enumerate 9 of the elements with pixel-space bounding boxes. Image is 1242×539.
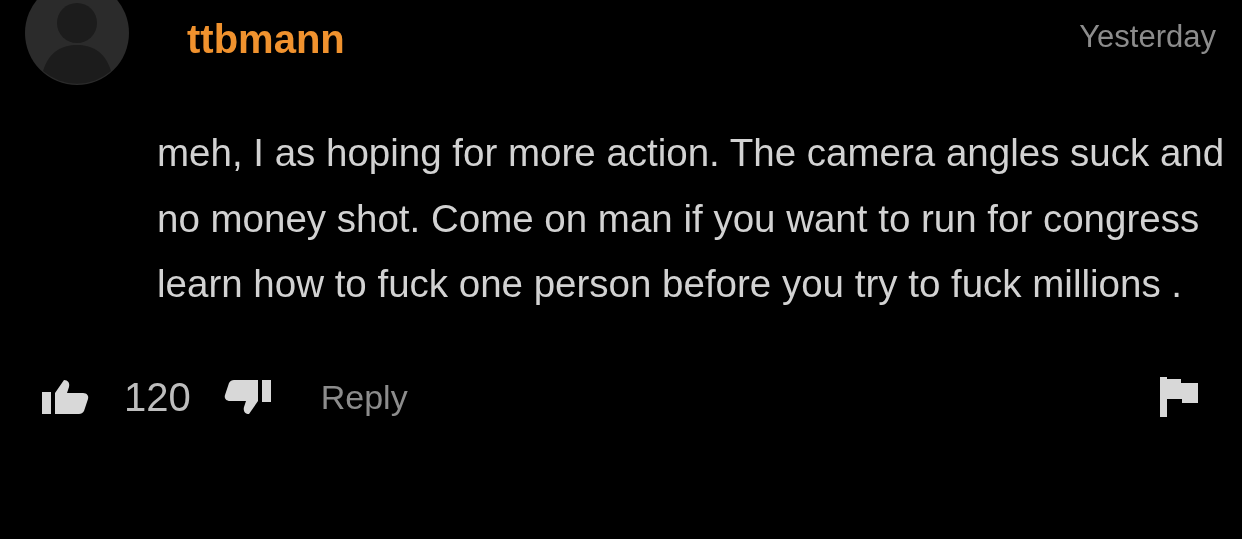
- like-count: 120: [124, 374, 191, 420]
- comment-text: meh, I as hoping for more action. The camera angles suck and no money shot. Come on man if you want to run for congress learn how to fuck one person before you try to fuck millions .: [157, 130, 1226, 307]
- reply-button[interactable]: Reply: [320, 377, 408, 417]
- flag-icon[interactable]: [1160, 377, 1198, 417]
- avatar-icon: [25, 0, 129, 85]
- thumbs-down-icon[interactable]: [222, 380, 271, 414]
- comment-time: Yesterday: [1079, 19, 1216, 55]
- thumbs-up-icon[interactable]: [42, 380, 90, 414]
- username[interactable]: ttbmann: [187, 17, 345, 62]
